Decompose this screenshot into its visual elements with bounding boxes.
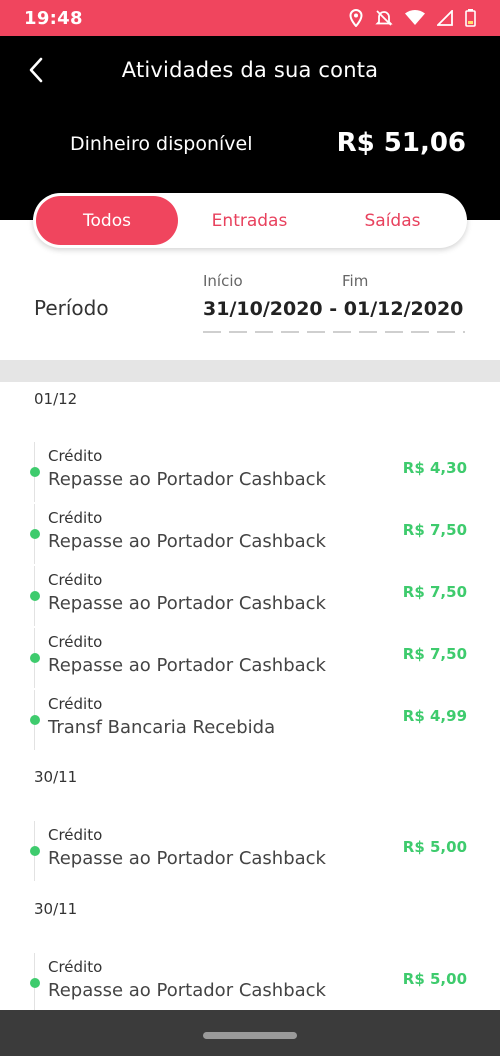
status-icons <box>349 9 476 27</box>
credit-dot-icon <box>30 715 40 725</box>
wifi-icon <box>405 10 425 26</box>
credit-dot-icon <box>30 653 40 663</box>
transaction-description: Repasse ao Portador Cashback <box>48 848 326 869</box>
credit-dot-icon <box>30 846 40 856</box>
date-header: 30/11 <box>34 768 78 786</box>
filter-tabs: Todos Entradas Saídas <box>33 193 467 248</box>
tab-saidas[interactable]: Saídas <box>321 196 464 245</box>
transaction-item[interactable]: Crédito Repasse ao Portador Cashback R$ … <box>0 953 500 1018</box>
signal-icon <box>437 10 453 26</box>
period-date-range-field[interactable]: 31/10/2020 - 01/12/2020 <box>203 298 463 320</box>
transaction-item[interactable]: Crédito Repasse ao Portador Cashback R$ … <box>0 628 500 693</box>
transaction-item[interactable]: Crédito Repasse ao Portador Cashback R$ … <box>0 566 500 631</box>
transaction-amount: R$ 5,00 <box>402 970 467 988</box>
transaction-type: Crédito <box>48 571 103 589</box>
transaction-amount: R$ 4,99 <box>402 707 467 725</box>
status-bar: 19:48 <box>0 0 500 36</box>
tab-todos[interactable]: Todos <box>36 196 178 245</box>
transaction-type: Crédito <box>48 958 103 976</box>
transaction-description: Repasse ao Portador Cashback <box>48 655 326 676</box>
balance-label: Dinheiro disponível <box>70 133 253 155</box>
location-icon <box>349 9 363 27</box>
date-header: 30/11 <box>34 900 78 918</box>
transaction-amount: R$ 7,50 <box>402 645 467 663</box>
credit-dot-icon <box>30 591 40 601</box>
transaction-item[interactable]: Crédito Repasse ao Portador Cashback R$ … <box>0 504 500 569</box>
transaction-description: Repasse ao Portador Cashback <box>48 469 326 490</box>
period-underline <box>203 331 465 333</box>
transaction-description: Repasse ao Portador Cashback <box>48 593 326 614</box>
transaction-description: Transf Bancaria Recebida <box>48 717 276 738</box>
credit-dot-icon <box>30 529 40 539</box>
transaction-type: Crédito <box>48 695 103 713</box>
period-start-label: Início <box>203 272 243 290</box>
battery-low-icon <box>465 9 476 27</box>
transaction-description: Repasse ao Portador Cashback <box>48 980 326 1001</box>
home-gesture-handle[interactable] <box>203 1032 297 1039</box>
date-header: 01/12 <box>34 390 78 408</box>
balance-value: R$ 51,06 <box>336 128 466 158</box>
transaction-type: Crédito <box>48 633 103 651</box>
transaction-item[interactable]: Crédito Transf Bancaria Recebida R$ 4,99 <box>0 690 500 755</box>
system-navigation-bar <box>0 1010 500 1056</box>
credit-dot-icon <box>30 978 40 988</box>
section-divider <box>0 360 500 382</box>
transaction-type: Crédito <box>48 509 103 527</box>
notifications-off-icon <box>375 9 393 27</box>
page-title: Atividades da sua conta <box>121 58 379 82</box>
transaction-description: Repasse ao Portador Cashback <box>48 531 326 552</box>
period-label: Período <box>34 296 109 320</box>
status-time: 19:48 <box>24 7 83 29</box>
transaction-amount: R$ 7,50 <box>402 521 467 539</box>
transaction-item[interactable]: Crédito Repasse ao Portador Cashback R$ … <box>0 442 500 507</box>
transaction-type: Crédito <box>48 447 103 465</box>
tab-entradas[interactable]: Entradas <box>178 196 321 245</box>
transaction-amount: R$ 7,50 <box>402 583 467 601</box>
credit-dot-icon <box>30 467 40 477</box>
transaction-type: Crédito <box>48 826 103 844</box>
transaction-item[interactable]: Crédito Repasse ao Portador Cashback R$ … <box>0 821 500 886</box>
transaction-amount: R$ 4,30 <box>402 459 467 477</box>
period-end-label: Fim <box>342 272 369 290</box>
transaction-amount: R$ 5,00 <box>402 838 467 856</box>
